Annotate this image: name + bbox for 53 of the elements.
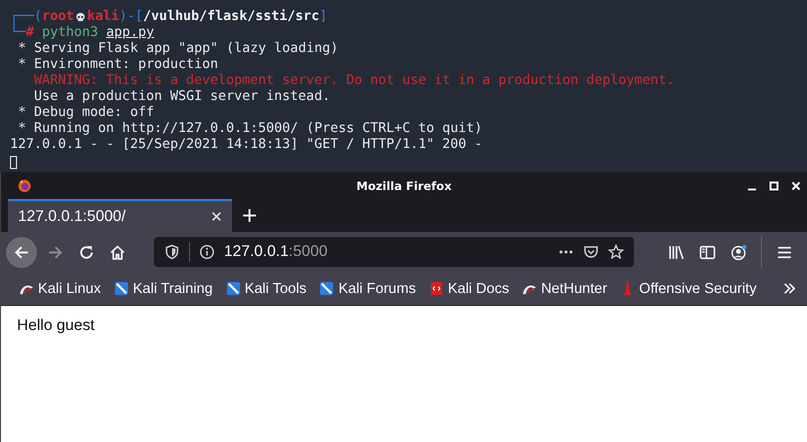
- window-title: Mozilla Firefox: [355, 178, 453, 192]
- output-line: 127.0.0.1 - - [25/Sep/2021 14:18:13] "GET / HTTP/1.1" 200 -: [10, 137, 482, 153]
- star-icon[interactable]: [608, 244, 624, 260]
- output-line: * Serving Flask app "app" (lazy loading): [18, 41, 338, 57]
- back-button[interactable]: [6, 236, 37, 268]
- bookmark-item[interactable]: NetHunter: [522, 280, 608, 296]
- prompt-user: root: [42, 9, 74, 25]
- forward-icon[interactable]: [47, 244, 64, 260]
- prompt-path: /vulhub/flask/ssti/src: [143, 9, 320, 25]
- chevron-icon[interactable]: [782, 281, 797, 296]
- bookmark-item[interactable]: Offensive Security: [620, 280, 757, 296]
- bookmark-item[interactable]: Kali Training: [114, 280, 213, 296]
- bookmark-item[interactable]: Kali Docs: [428, 280, 510, 296]
- back-icon[interactable]: [13, 244, 30, 260]
- output-line: * Environment: production: [18, 57, 218, 73]
- url-port: :5000: [288, 243, 328, 261]
- bookmark-item[interactable]: Kali Linux: [19, 280, 101, 296]
- prompt-frame: )-[: [119, 9, 144, 25]
- bookmark-item[interactable]: Kali Tools: [226, 280, 306, 296]
- command-argument: app.py: [106, 25, 154, 41]
- text-cursor: [10, 156, 17, 169]
- home-icon[interactable]: [109, 244, 126, 260]
- book-icon: [428, 281, 444, 296]
- url-host: 127.0.0.1: [224, 243, 289, 261]
- reload-icon[interactable]: [78, 244, 95, 260]
- shield-icon[interactable]: [164, 244, 180, 260]
- pocket-icon[interactable]: [583, 244, 599, 260]
- prompt-frame: ]: [319, 9, 328, 25]
- prompt-frame: └─: [10, 25, 26, 41]
- bookmark-icon: [319, 281, 334, 296]
- library-icon[interactable]: [668, 244, 685, 260]
- account-icon[interactable]: [730, 244, 747, 260]
- output-line: Use a production WSGI server instead.: [34, 89, 330, 105]
- browser-tab[interactable]: 127.0.0.1:5000/: [8, 199, 232, 232]
- output-line: * Debug mode: off: [18, 105, 154, 121]
- sidebar-icon[interactable]: [699, 244, 716, 260]
- bookmark-icon: [226, 281, 241, 296]
- page-text: Hello guest: [17, 317, 95, 334]
- output-line: WARNING: This is a development server. Do not use it in a production deployment.: [34, 73, 674, 89]
- bookmark-item[interactable]: Kali Forums: [319, 280, 416, 296]
- prompt-symbol: #: [26, 25, 34, 41]
- maximize-icon[interactable]: [769, 180, 779, 190]
- address-bar[interactable]: 127.0.0.1:5000: [154, 237, 634, 267]
- info-icon[interactable]: [199, 244, 215, 260]
- close-icon[interactable]: [211, 211, 222, 222]
- command-text: python3: [42, 25, 98, 41]
- browser-logo-icon: [17, 178, 32, 193]
- skull-icon: [75, 12, 86, 22]
- prompt-host: kali: [87, 9, 120, 25]
- plus-icon[interactable]: [242, 208, 257, 223]
- bookmark-icon: [114, 281, 129, 296]
- prompt-frame: ┌──(: [10, 9, 42, 25]
- output-line: * Running on http://127.0.0.1:5000/ (Press CTRL+C to quit): [18, 121, 482, 137]
